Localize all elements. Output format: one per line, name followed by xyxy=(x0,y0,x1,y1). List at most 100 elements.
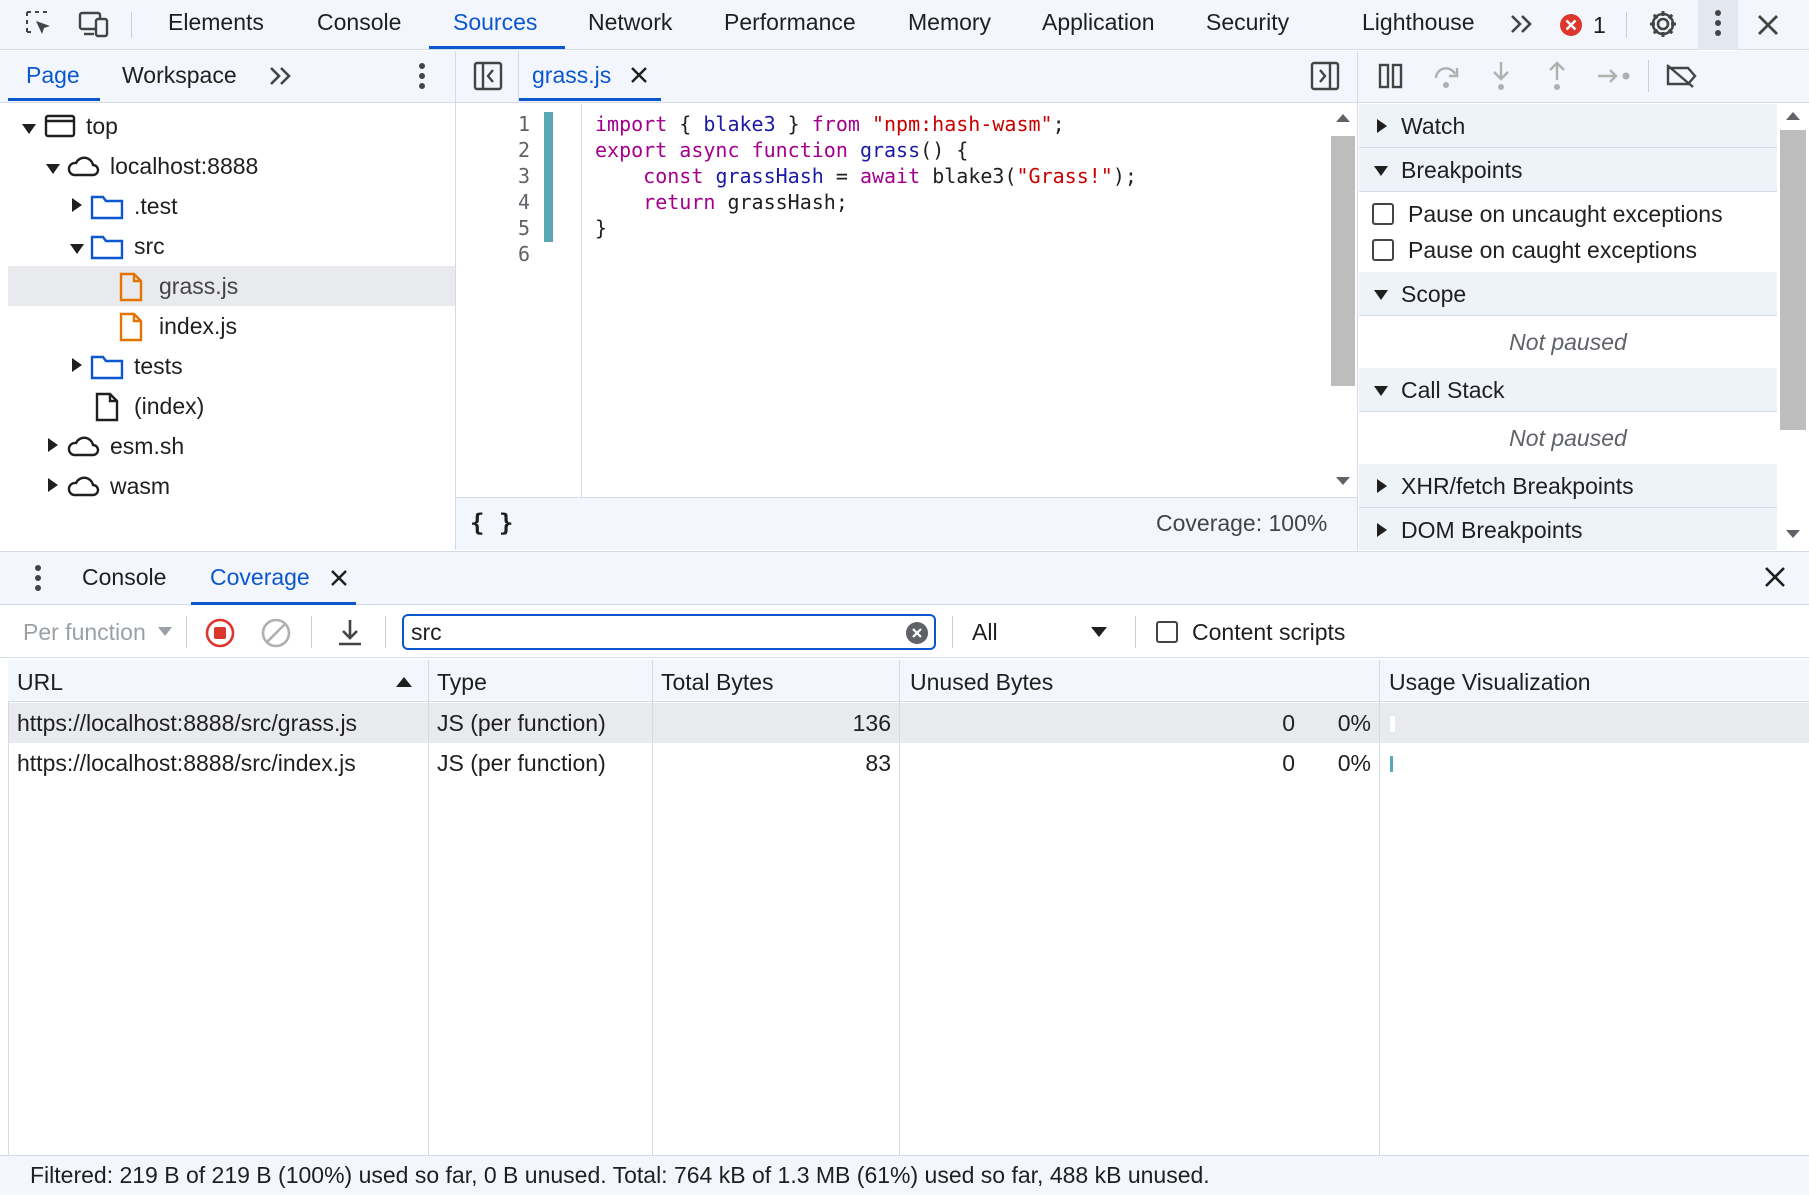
pretty-print-icon[interactable]: { } xyxy=(470,508,513,538)
collapse-arrow-icon[interactable] xyxy=(72,358,82,372)
scrollbar-thumb[interactable] xyxy=(1780,130,1806,430)
coverage-status: Coverage: 100% xyxy=(1156,510,1328,536)
tab-security[interactable]: Security xyxy=(1206,0,1289,50)
tree-item-top[interactable]: top xyxy=(86,106,118,146)
nav-tab-page[interactable]: Page xyxy=(26,60,80,90)
tab-elements[interactable]: Elements xyxy=(168,0,264,50)
close-file-tab-icon[interactable] xyxy=(629,65,649,85)
device-toolbar-icon[interactable] xyxy=(78,9,112,39)
nav-more-tabs-chevron-icon[interactable] xyxy=(268,64,294,88)
cell-unused-bytes: 0 xyxy=(1282,750,1295,776)
step-out-icon[interactable] xyxy=(1544,60,1570,92)
more-tabs-chevron-icon[interactable] xyxy=(1509,12,1535,36)
close-drawer-icon[interactable] xyxy=(1763,565,1787,589)
section-watch[interactable]: Watch xyxy=(1359,104,1777,148)
tree-item-src-folder[interactable]: src xyxy=(134,226,165,266)
folder-icon xyxy=(90,354,124,380)
expand-arrow-icon[interactable] xyxy=(46,164,60,174)
column-header-url[interactable]: URL xyxy=(17,662,63,702)
scroll-up-arrow-icon[interactable] xyxy=(1786,112,1800,120)
expand-arrow-icon xyxy=(1374,166,1388,176)
step-over-icon[interactable] xyxy=(1432,62,1462,90)
close-coverage-tab-icon[interactable] xyxy=(329,568,349,588)
clear-filter-icon[interactable] xyxy=(906,622,928,644)
pause-uncaught-checkbox[interactable] xyxy=(1372,203,1394,225)
expand-arrow-icon[interactable] xyxy=(70,244,84,254)
more-options-icon[interactable] xyxy=(1698,0,1738,50)
export-download-icon[interactable] xyxy=(335,617,365,649)
nav-menu-icon[interactable] xyxy=(410,60,434,92)
collapse-arrow-icon[interactable] xyxy=(48,478,58,492)
collapse-arrow-icon[interactable] xyxy=(48,438,58,452)
document-icon xyxy=(94,392,120,422)
deactivate-breakpoints-icon[interactable] xyxy=(1664,62,1698,90)
debugger-scrollbar[interactable] xyxy=(1777,104,1809,550)
cell-url: https://localhost:8888/src/grass.js xyxy=(17,710,358,736)
column-header-unused-bytes[interactable]: Unused Bytes xyxy=(910,662,1053,702)
clear-icon[interactable] xyxy=(260,617,292,649)
column-header-total-bytes[interactable]: Total Bytes xyxy=(661,662,774,702)
debugger-toolbar xyxy=(1358,51,1809,103)
tree-item-tests-folder[interactable]: tests xyxy=(134,346,183,386)
column-header-type[interactable]: Type xyxy=(437,662,487,702)
stop-recording-icon[interactable] xyxy=(204,617,236,649)
tab-console[interactable]: Console xyxy=(317,0,401,50)
expand-arrow-icon[interactable] xyxy=(22,124,36,134)
inspect-element-icon[interactable] xyxy=(24,9,54,39)
toggle-navigator-icon[interactable] xyxy=(473,61,503,91)
tree-item-test-folder[interactable]: .test xyxy=(134,186,177,226)
editor-scrollbar[interactable] xyxy=(1328,104,1357,497)
editor-file-tab[interactable]: grass.js xyxy=(532,60,611,90)
scroll-down-arrow-icon[interactable] xyxy=(1786,530,1800,538)
code-text: ; xyxy=(1052,112,1065,136)
coverage-mode-select[interactable]: Per function xyxy=(23,617,146,647)
collapse-arrow-icon[interactable] xyxy=(72,198,82,212)
type-filter-select[interactable]: All xyxy=(972,617,998,647)
tree-item-esm-sh[interactable]: esm.sh xyxy=(110,426,184,466)
expand-arrow-icon xyxy=(1374,386,1388,396)
drawer-tab-console[interactable]: Console xyxy=(82,562,166,592)
dropdown-arrow-icon xyxy=(158,627,172,636)
active-tab-indicator xyxy=(429,46,565,49)
step-into-icon[interactable] xyxy=(1488,60,1514,92)
collapse-arrow-icon xyxy=(1377,119,1387,133)
step-icon[interactable] xyxy=(1596,64,1632,88)
tab-memory[interactable]: Memory xyxy=(908,0,991,50)
content-scripts-checkbox[interactable] xyxy=(1156,621,1178,643)
toggle-debugger-icon[interactable] xyxy=(1310,61,1340,91)
tree-item-index-document[interactable]: (index) xyxy=(134,386,204,426)
column-header-usage-visualization[interactable]: Usage Visualization xyxy=(1389,662,1591,702)
tree-item-grass-js[interactable]: grass.js xyxy=(159,266,238,306)
section-breakpoints[interactable]: Breakpoints xyxy=(1359,148,1777,192)
tab-performance[interactable]: Performance xyxy=(724,0,856,50)
file-icon xyxy=(118,312,144,342)
drawer-menu-icon[interactable] xyxy=(26,562,50,594)
scroll-down-arrow-icon[interactable] xyxy=(1336,477,1350,485)
tab-sources[interactable]: Sources xyxy=(453,0,537,50)
tab-lighthouse[interactable]: Lighthouse xyxy=(1362,0,1475,50)
keyword: await xyxy=(859,164,921,188)
section-call-stack[interactable]: Call Stack xyxy=(1359,368,1777,412)
pause-icon[interactable] xyxy=(1378,62,1404,90)
tree-item-wasm[interactable]: wasm xyxy=(110,466,170,506)
tab-application[interactable]: Application xyxy=(1042,0,1155,50)
section-title: XHR/fetch Breakpoints xyxy=(1401,473,1634,499)
tree-item-index-js[interactable]: index.js xyxy=(159,306,237,346)
cell-total-bytes: 136 xyxy=(852,710,891,736)
section-dom-breakpoints[interactable]: DOM Breakpoints xyxy=(1359,508,1777,550)
tab-network[interactable]: Network xyxy=(588,0,672,50)
scroll-up-arrow-icon[interactable] xyxy=(1336,114,1350,122)
code-text: } xyxy=(595,216,608,240)
section-scope[interactable]: Scope xyxy=(1359,272,1777,316)
line-number: 2 xyxy=(517,138,530,162)
close-devtools-icon[interactable] xyxy=(1754,11,1782,39)
nav-tab-workspace[interactable]: Workspace xyxy=(122,60,237,90)
drawer-tab-coverage[interactable]: Coverage xyxy=(210,562,310,592)
pause-caught-checkbox[interactable] xyxy=(1372,239,1394,261)
tree-item-localhost[interactable]: localhost:8888 xyxy=(110,146,258,186)
url-filter-input[interactable]: src xyxy=(402,614,936,650)
scrollbar-thumb[interactable] xyxy=(1331,136,1355,386)
section-xhr-breakpoints[interactable]: XHR/fetch Breakpoints xyxy=(1359,464,1777,508)
settings-gear-icon[interactable] xyxy=(1647,8,1679,40)
